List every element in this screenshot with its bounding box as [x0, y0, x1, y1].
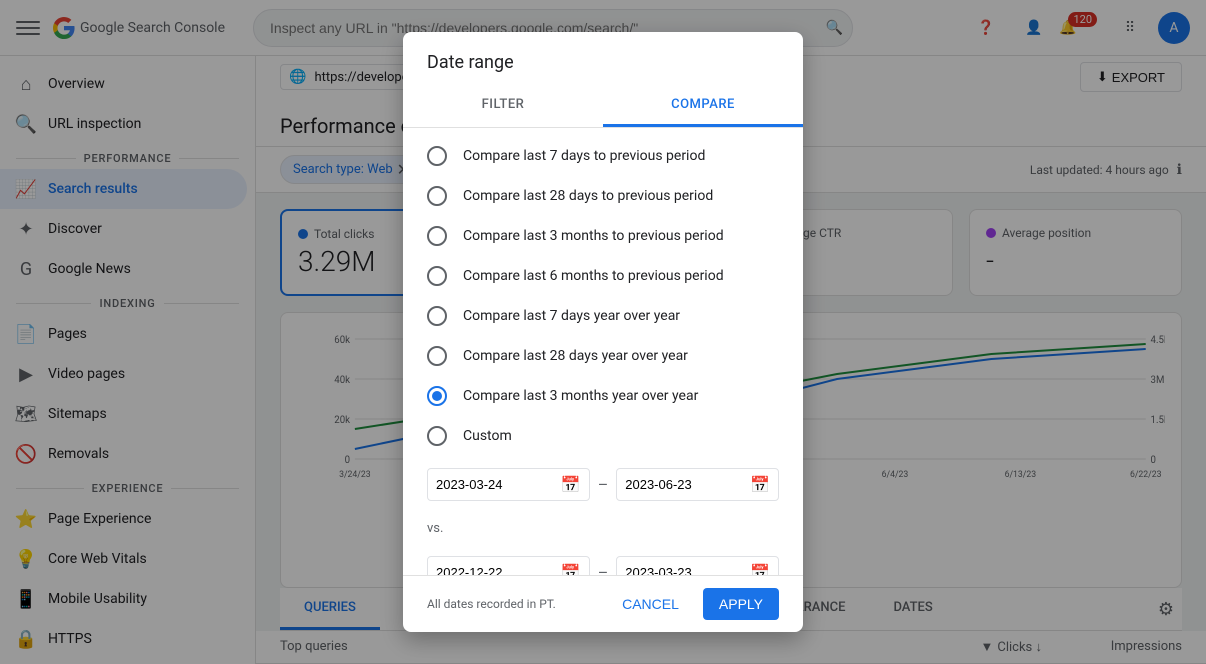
modal-tabs: FILTER COMPARE	[403, 85, 803, 128]
vs-label: vs.	[403, 513, 803, 544]
modal-body: Compare last 7 days to previous period C…	[403, 128, 803, 575]
vs-start-date-input[interactable]	[436, 565, 557, 575]
app-container: Google Search Console 🔍 ❓ 👤 🔔120 ⠿ A ⌂ O…	[0, 0, 1206, 664]
option-custom[interactable]: Custom	[403, 416, 803, 456]
option-last3m-prev[interactable]: Compare last 3 months to previous period	[403, 216, 803, 256]
primary-date-row: 📅 – 📅	[427, 468, 779, 501]
option-last3m-yoy[interactable]: Compare last 3 months year over year	[403, 376, 803, 416]
radio-last28-yoy[interactable]	[427, 346, 447, 366]
vs-start-date-input-wrap[interactable]: 📅	[427, 556, 590, 575]
vs-start-date-calendar-icon[interactable]: 📅	[561, 563, 581, 575]
date-separator: –	[598, 475, 609, 494]
option-last28-prev[interactable]: Compare last 28 days to previous period	[403, 176, 803, 216]
start-date-calendar-icon[interactable]: 📅	[561, 475, 581, 494]
option-last7-prev[interactable]: Compare last 7 days to previous period	[403, 136, 803, 176]
radio-last6m-prev[interactable]	[427, 266, 447, 286]
vs-end-date-input[interactable]	[625, 565, 746, 575]
radio-last3m-yoy[interactable]	[427, 386, 447, 406]
radio-last3m-prev[interactable]	[427, 226, 447, 246]
modal-tab-compare[interactable]: COMPARE	[603, 85, 803, 127]
vs-date-separator: –	[598, 563, 609, 575]
vs-date-range-section: 📅 – 📅	[403, 544, 803, 575]
option-last7-yoy[interactable]: Compare last 7 days year over year	[403, 296, 803, 336]
radio-last28-prev[interactable]	[427, 186, 447, 206]
modal-overlay[interactable]: Date range FILTER COMPARE Compare last 7…	[0, 0, 1206, 664]
option-last6m-prev[interactable]: Compare last 6 months to previous period	[403, 256, 803, 296]
footer-note: All dates recorded in PT.	[427, 597, 556, 611]
vs-date-row: 📅 – 📅	[427, 556, 779, 575]
option-last28-yoy[interactable]: Compare last 28 days year over year	[403, 336, 803, 376]
radio-last7-yoy[interactable]	[427, 306, 447, 326]
end-date-calendar-icon[interactable]: 📅	[750, 475, 770, 494]
end-date-input[interactable]	[625, 477, 746, 492]
start-date-input[interactable]	[436, 477, 557, 492]
cancel-button[interactable]: CANCEL	[606, 588, 695, 620]
modal-title: Date range	[403, 32, 803, 85]
date-range-section: 📅 – 📅	[403, 456, 803, 513]
modal-footer: All dates recorded in PT. CANCEL APPLY	[403, 575, 803, 632]
radio-last7-prev[interactable]	[427, 146, 447, 166]
radio-custom[interactable]	[427, 426, 447, 446]
modal-tab-filter[interactable]: FILTER	[403, 85, 603, 127]
vs-end-date-input-wrap[interactable]: 📅	[616, 556, 779, 575]
date-range-modal: Date range FILTER COMPARE Compare last 7…	[403, 32, 803, 632]
apply-button[interactable]: APPLY	[703, 588, 779, 620]
modal-actions: CANCEL APPLY	[606, 588, 779, 620]
start-date-input-wrap[interactable]: 📅	[427, 468, 590, 501]
vs-end-date-calendar-icon[interactable]: 📅	[750, 563, 770, 575]
end-date-input-wrap[interactable]: 📅	[616, 468, 779, 501]
